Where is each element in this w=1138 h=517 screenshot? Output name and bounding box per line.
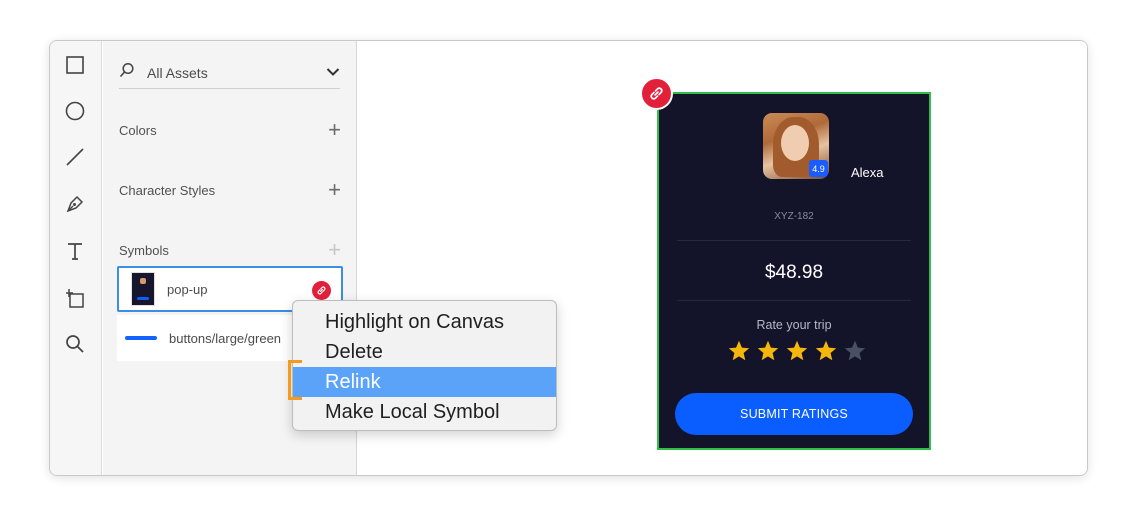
symbol-instance-pop-up[interactable]: 4.9 Alexa XYZ-182 $48.98 Rate your trip …	[657, 92, 931, 450]
submit-ratings-button[interactable]: SUBMIT RATINGS	[675, 393, 913, 435]
callout-bracket	[288, 360, 302, 400]
app-window: All Assets Colors + Character Styles + S…	[49, 40, 1088, 476]
star-icon[interactable]	[814, 339, 838, 363]
divider	[677, 240, 911, 241]
star-icon[interactable]	[843, 339, 867, 363]
artboard-tool-icon[interactable]	[62, 285, 88, 311]
add-character-style-icon[interactable]: +	[328, 179, 341, 201]
context-menu: Highlight on Canvas Delete Relink Make L…	[292, 300, 557, 431]
avatar: 4.9	[763, 113, 829, 179]
link-icon	[312, 281, 331, 300]
ellipse-tool-icon[interactable]	[62, 98, 88, 124]
search-icon	[119, 62, 135, 83]
rate-trip-label: Rate your trip	[756, 318, 832, 332]
colors-section-title: Colors	[119, 122, 157, 138]
menu-item-relink[interactable]: Relink	[293, 367, 556, 397]
add-color-icon[interactable]: +	[328, 119, 341, 141]
zoom-tool-icon[interactable]	[62, 331, 88, 357]
trip-price: $48.98	[764, 262, 824, 283]
star-rating[interactable]	[727, 339, 872, 363]
trip-code: XYZ-182	[774, 211, 814, 222]
tool-bar	[50, 41, 102, 475]
rating-badge: 4.9	[809, 160, 828, 177]
menu-item-make-local-symbol[interactable]: Make Local Symbol	[293, 397, 556, 427]
rectangle-tool-icon[interactable]	[62, 52, 88, 78]
star-icon[interactable]	[756, 339, 780, 363]
menu-item-highlight-on-canvas[interactable]: Highlight on Canvas	[293, 307, 556, 337]
symbols-section-header: Symbols +	[119, 239, 341, 261]
pen-tool-icon[interactable]	[62, 191, 88, 217]
driver-name: Alexa	[851, 165, 884, 180]
add-symbol-icon[interactable]: +	[328, 239, 341, 261]
text-tool-icon[interactable]	[62, 238, 88, 264]
character-styles-section-title: Character Styles	[119, 182, 216, 198]
assets-filter-dropdown[interactable]: All Assets	[119, 57, 340, 89]
line-tool-icon[interactable]	[62, 144, 88, 170]
colors-section-header: Colors +	[119, 119, 341, 141]
symbol-thumbnail	[131, 272, 155, 306]
symbol-name: buttons/large/green	[169, 330, 282, 346]
star-icon[interactable]	[727, 339, 751, 363]
character-styles-section-header: Character Styles +	[119, 179, 341, 201]
assets-filter-label: All Assets	[147, 64, 208, 81]
menu-item-delete[interactable]: Delete	[293, 337, 556, 367]
symbols-section-title: Symbols	[119, 242, 169, 258]
link-icon	[640, 77, 673, 110]
chevron-down-icon[interactable]	[326, 64, 340, 82]
divider	[677, 300, 911, 301]
star-icon[interactable]	[785, 339, 809, 363]
symbol-thumbnail	[125, 336, 157, 340]
symbol-name: pop-up	[167, 281, 208, 297]
